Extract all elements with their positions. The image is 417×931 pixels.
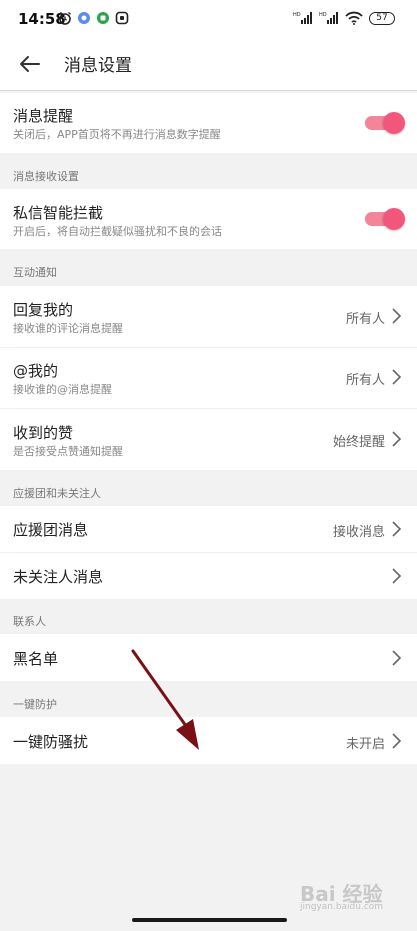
message-reminder-toggle[interactable]: [365, 112, 405, 134]
dm-filter-toggle[interactable]: [365, 208, 405, 230]
mention-me-value: 所有人: [345, 373, 385, 388]
fanclub-message-value: 接收消息: [332, 525, 385, 540]
status-bar: 14:58 HD HD 57: [0, 0, 417, 38]
chevron-right-icon: [392, 308, 402, 324]
mention-me-subtitle: 接收谁的@消息提醒: [13, 383, 112, 396]
unfollowed-message-row[interactable]: 未关注人消息: [0, 553, 417, 599]
chevron-right-icon: [392, 568, 402, 584]
section-header-contacts: 联系人: [13, 615, 46, 628]
section-header-protection: 一键防护: [13, 698, 57, 711]
likes-subtitle: 是否接受点赞通知提醒: [13, 445, 123, 458]
blacklist-row[interactable]: 黑名单: [0, 634, 417, 681]
likes-value: 始终提醒: [332, 435, 385, 450]
dm-filter-row: 私信智能拦截 开启后，将自动拦截疑似骚扰和不良的会话: [0, 189, 417, 249]
signal-hd-icon: HD: [293, 12, 312, 24]
svg-text:HD: HD: [319, 12, 327, 18]
square-app-icon: [115, 11, 129, 25]
anti-harass-value: 未开启: [345, 737, 385, 752]
signal-hd-icon-2: HD: [319, 12, 338, 24]
wifi-icon: [345, 11, 363, 25]
battery-level: 57: [376, 12, 388, 23]
section-header-receive: 消息接收设置: [13, 170, 79, 183]
app-notification-icon: [78, 12, 90, 24]
baidu-jingyan-watermark: Bai 经验 jingyan.baidu.com: [300, 878, 410, 918]
reply-me-value: 所有人: [345, 312, 385, 327]
battery-icon: 57: [369, 11, 395, 25]
mention-me-title: @我的: [13, 362, 59, 380]
status-system-icons: HD HD 57: [293, 11, 395, 25]
chevron-right-icon: [392, 369, 402, 385]
anti-harass-row[interactable]: 一键防骚扰 未开启: [0, 717, 417, 764]
toggle-knob: [383, 112, 405, 134]
anti-harass-title: 一键防骚扰: [13, 733, 89, 751]
message-reminder-row: 消息提醒 关闭后，APP首页将不再进行消息数字提醒: [0, 93, 417, 153]
status-notification-icons: [58, 11, 129, 25]
reply-me-title: 回复我的: [13, 301, 74, 319]
dm-filter-subtitle: 开启后，将自动拦截疑似骚扰和不良的会话: [13, 225, 222, 238]
svg-text:HD: HD: [293, 12, 301, 18]
chevron-right-icon: [392, 733, 402, 749]
blacklist-title: 黑名单: [13, 650, 59, 668]
fanclub-message-row[interactable]: 应援团消息 接收消息: [0, 506, 417, 552]
likes-title: 收到的赞: [13, 424, 74, 442]
dm-filter-title: 私信智能拦截: [13, 204, 104, 222]
fanclub-message-title: 应援团消息: [13, 521, 89, 539]
back-button[interactable]: [14, 48, 46, 80]
message-reminder-title: 消息提醒: [13, 107, 74, 125]
unfollowed-message-title: 未关注人消息: [13, 568, 104, 586]
reply-me-subtitle: 接收谁的评论消息提醒: [13, 322, 123, 335]
chevron-right-icon: [392, 521, 402, 537]
watermark-url: jingyan.baidu.com: [300, 902, 384, 912]
section-header-fanclub: 应援团和未关注人: [13, 487, 101, 500]
toggle-knob: [383, 208, 405, 230]
page-title: 消息设置: [64, 56, 132, 76]
app-header: 消息设置: [0, 38, 417, 91]
reply-me-row[interactable]: 回复我的 接收谁的评论消息提醒 所有人: [0, 286, 417, 347]
home-gesture-bar[interactable]: [132, 918, 287, 922]
chevron-right-icon: [392, 431, 402, 447]
mention-me-row[interactable]: @我的 接收谁的@消息提醒 所有人: [0, 348, 417, 408]
alarm-icon: [59, 11, 71, 25]
section-header-interaction: 互动通知: [13, 266, 57, 279]
chevron-right-icon: [392, 650, 402, 666]
likes-row[interactable]: 收到的赞 是否接受点赞通知提醒 始终提醒: [0, 409, 417, 470]
message-reminder-subtitle: 关闭后，APP首页将不再进行消息数字提醒: [13, 128, 221, 141]
green-app-icon: [97, 12, 109, 24]
arrow-left-icon: [20, 56, 40, 72]
